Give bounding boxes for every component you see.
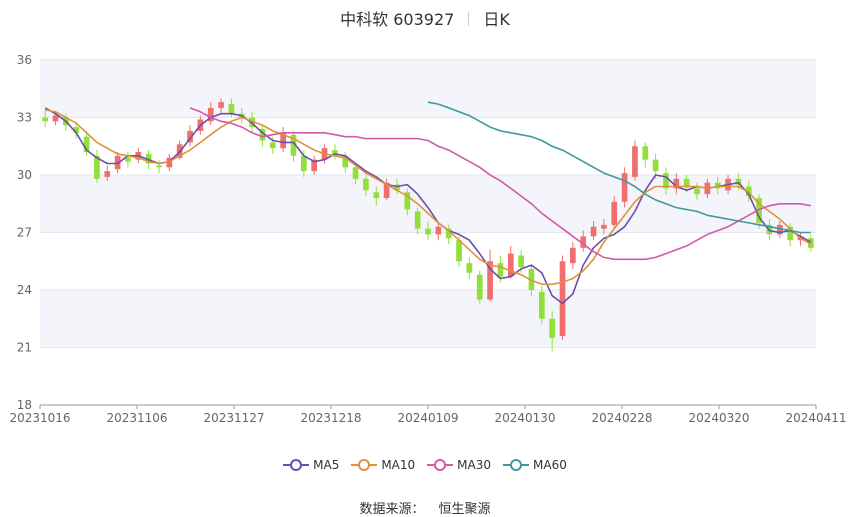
x-tick-label: 20240411 (785, 411, 846, 425)
x-tick-label: 20240109 (397, 411, 458, 425)
candle-body (559, 261, 566, 336)
candle-body (466, 263, 473, 273)
source-value: 恒生聚源 (438, 502, 491, 517)
legend-marker-icon (283, 459, 310, 471)
candle-body (52, 115, 59, 122)
candle-body (373, 192, 380, 198)
candle-body (652, 159, 659, 172)
legend-marker-icon (503, 459, 530, 471)
candle-body (104, 171, 111, 177)
candle-body (632, 146, 638, 177)
legend-item-ma30[interactable]: MA30 (427, 458, 491, 472)
legend-label: MA5 (313, 458, 340, 472)
y-tick-label: 27 (17, 226, 32, 240)
candle-body (156, 165, 162, 168)
x-tick-label: 20231218 (300, 411, 361, 425)
legend-item-ma60[interactable]: MA60 (503, 458, 567, 472)
candle-body (549, 318, 556, 338)
candle (559, 255, 566, 340)
candle-body (300, 155, 307, 172)
candle-body (125, 157, 131, 162)
legend-label: MA10 (381, 458, 416, 472)
legend-marker-icon (427, 459, 454, 471)
candle-body (476, 274, 483, 300)
legend: MA5 MA10 MA30 MA60 (0, 458, 850, 475)
candle-body (518, 255, 524, 267)
candle-body (570, 247, 576, 264)
candle-body (42, 117, 49, 122)
y-tick-label: 30 (17, 168, 32, 182)
x-tick-label: 20240228 (591, 411, 652, 425)
y-tick-label: 24 (17, 283, 32, 297)
candle-body (352, 167, 359, 179)
candle-body (694, 188, 700, 195)
plot-band (40, 60, 816, 118)
legend-item-ma5[interactable]: MA5 (283, 458, 339, 472)
candle-body (590, 226, 597, 237)
legend-item-ma10[interactable]: MA10 (351, 458, 415, 472)
candle-body (601, 224, 607, 229)
x-tick-label: 20240130 (494, 411, 555, 425)
candle-body (683, 178, 690, 187)
candle-body (538, 291, 545, 319)
plot-band (40, 232, 816, 290)
y-tick-label: 36 (17, 53, 32, 67)
source-label: 数据来源： (359, 502, 425, 517)
candle-body (218, 102, 224, 108)
candlestick-chart: 18 21 24 27 30 33 36 20231016 20231106 20231127 20… (9, 53, 846, 425)
y-tick-label: 18 (17, 398, 32, 412)
candle-body (621, 173, 628, 202)
candle-body (228, 104, 235, 114)
candle-body (269, 142, 276, 149)
candle-body (363, 178, 369, 191)
candle (621, 167, 628, 208)
candle-body (497, 263, 504, 277)
candle-body (507, 253, 514, 277)
y-tick-label: 21 (17, 341, 32, 355)
legend-marker-icon (351, 459, 378, 471)
candle (538, 286, 545, 325)
x-tick-label: 20231127 (203, 411, 264, 425)
candle-body (642, 146, 649, 160)
x-tick-label: 20240320 (688, 411, 749, 425)
x-tick-label: 20231106 (106, 411, 167, 425)
candle-body (425, 228, 431, 235)
candle-body (611, 201, 618, 225)
candle-body (456, 240, 462, 262)
data-source: 数据来源： 恒生聚源 (0, 498, 850, 517)
candle-body (414, 211, 421, 229)
plot-band (40, 347, 816, 405)
legend-label: MA60 (533, 458, 567, 472)
candle-body (435, 226, 442, 235)
x-tick-label: 20231016 (9, 411, 70, 425)
candle (476, 270, 483, 304)
legend-label: MA30 (457, 458, 492, 472)
plot-band (40, 290, 816, 348)
candle (632, 140, 638, 181)
y-tick-label: 33 (17, 111, 32, 125)
